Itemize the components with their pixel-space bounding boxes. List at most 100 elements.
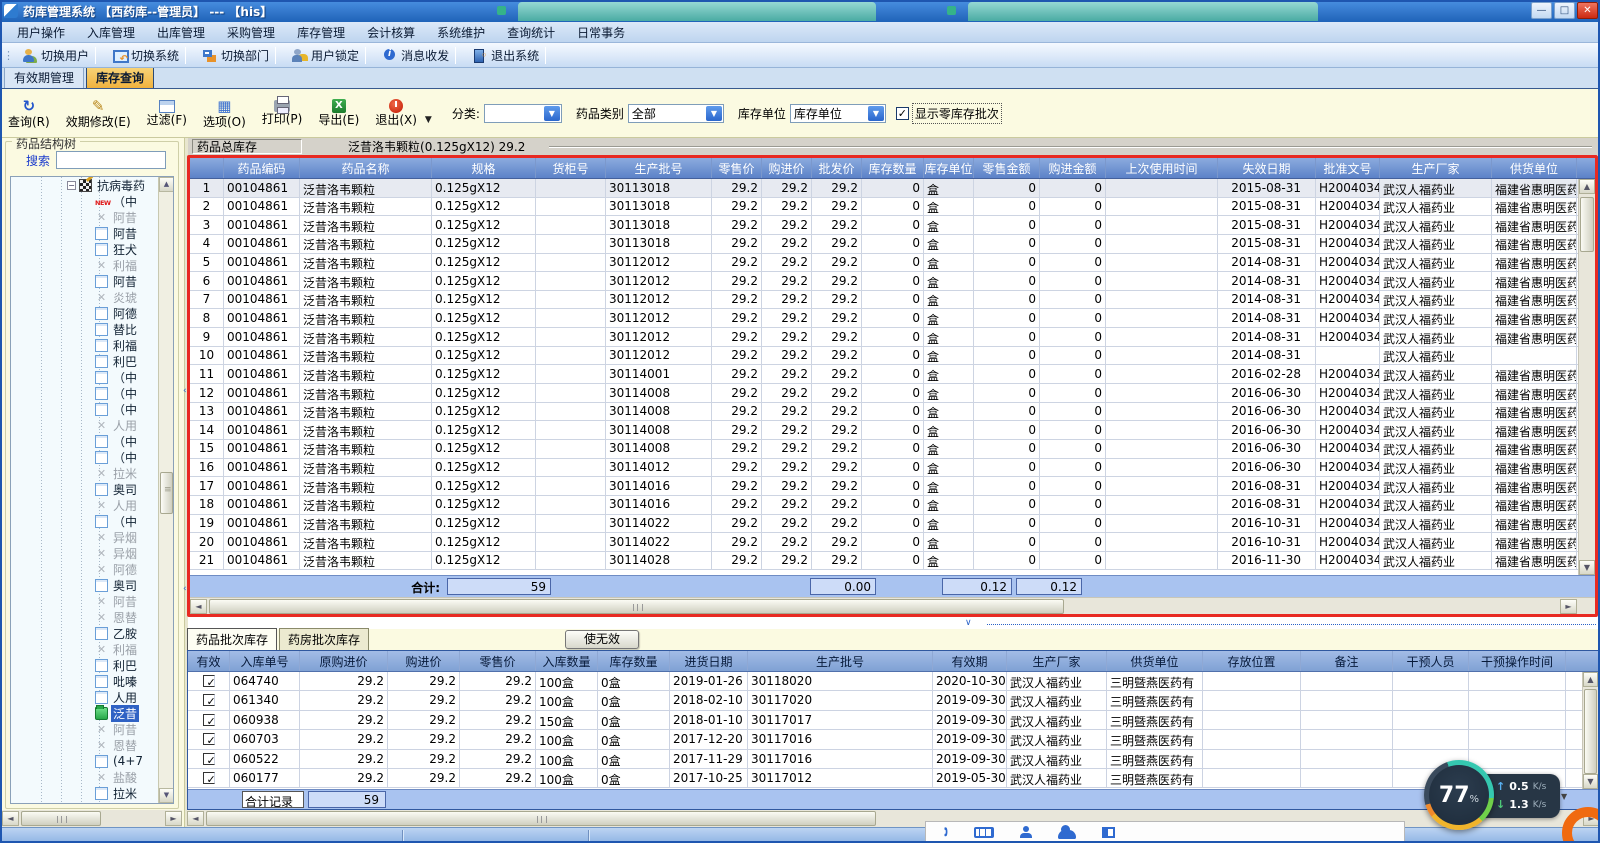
table-row[interactable]: 10 00104861 泛昔洛韦颗粒 0.125gX12 30112012 29… (190, 346, 1595, 366)
scroll-down-icon[interactable]: ▼ (1583, 774, 1598, 789)
table-row[interactable]: 061340 29.2 29.2 29.2 100盒 0盒 2018-02-10… (188, 691, 1598, 711)
tree-item[interactable]: (4+7 (11, 753, 160, 769)
col-rownum[interactable] (190, 158, 224, 178)
scrollbar-thumb[interactable] (160, 472, 173, 514)
col-drug-name[interactable]: 药品名称 (300, 158, 432, 178)
maximize-button[interactable]: □ (1554, 2, 1575, 19)
show-zero-stock-label[interactable]: 显示零库存批次 (911, 102, 1002, 124)
tree-item[interactable]: （中 (11, 385, 160, 401)
filter-dropdown-arrow[interactable]: ▼ (425, 115, 432, 125)
tree-item[interactable]: 利巴 (11, 353, 160, 369)
table-row[interactable]: 13 00104861 泛昔洛韦颗粒 0.125gX12 30114008 29… (190, 402, 1595, 422)
ribbon-button[interactable]: ▦ 选项(O) (195, 96, 254, 130)
chevron-down-icon[interactable]: ▼ (867, 105, 884, 121)
tree-item[interactable]: 利福 (11, 257, 160, 273)
keyboard-icon[interactable] (973, 826, 994, 838)
col-manufacturer[interactable]: 生产厂家 (1007, 651, 1107, 671)
tree-item[interactable]: 阿德 (11, 305, 160, 321)
tree-item[interactable]: 奥司 (11, 577, 160, 593)
valid-checkbox[interactable] (202, 694, 215, 707)
batch-tab[interactable]: 药房批次库存 (279, 628, 370, 650)
stock-grid-vscrollbar[interactable]: ▲ ▼ (1578, 179, 1595, 575)
close-button[interactable]: ✕ (1577, 2, 1598, 19)
tree-item[interactable]: （中 (11, 401, 160, 417)
menu-item[interactable]: 采购管理 (216, 22, 286, 43)
tree-item[interactable]: 吡嗪 (11, 673, 160, 689)
table-row[interactable]: 18 00104861 泛昔洛韦颗粒 0.125gX12 30114016 29… (190, 495, 1595, 515)
ribbon-button[interactable]: 过滤(F) (139, 99, 195, 128)
tree-item[interactable]: 异烟 (11, 545, 160, 561)
tree-item[interactable]: 阿昔 (11, 593, 160, 609)
tree-item[interactable]: 阿德 (11, 561, 160, 577)
col-op-time[interactable]: 干预操作时间 (1469, 651, 1566, 671)
toolbar-button[interactable]: 用户锁定 (285, 45, 375, 66)
tree-expander-icon[interactable]: − (67, 180, 76, 190)
tree-item[interactable]: 恩替 (11, 737, 160, 753)
menu-item[interactable]: 用户操作 (6, 22, 76, 43)
class-filter-select[interactable]: ▼ (483, 103, 562, 123)
table-row[interactable]: 20 00104861 泛昔洛韦颗粒 0.125gX12 30114022 29… (190, 533, 1595, 552)
col-stock-qty[interactable]: 库存数量 (598, 651, 670, 671)
toolbar-button[interactable]: 切换用户 (15, 45, 105, 66)
col-location[interactable]: 存放位置 (1203, 651, 1301, 671)
col-expiry-date[interactable]: 失效日期 (1218, 158, 1316, 178)
scrollbar-thumb[interactable] (206, 811, 876, 826)
col-spec[interactable]: 规格 (432, 158, 536, 178)
toolbar-grip[interactable]: ⋮ (3, 49, 14, 62)
col-stock-unit[interactable]: 库存单位 (924, 158, 974, 178)
col-retail-amount[interactable]: 零售金额 (974, 158, 1040, 178)
col-inbound-no[interactable]: 入库单号 (230, 651, 300, 671)
horizontal-splitter[interactable]: ∨ (187, 618, 1600, 628)
table-row[interactable]: 19 00104861 泛昔洛韦颗粒 0.125gX12 30114022 29… (190, 514, 1595, 534)
minimize-button[interactable]: — (1531, 2, 1552, 19)
ribbon-button[interactable]: ✎ 效期修改(E) (58, 96, 139, 130)
tree-item[interactable]: 阿昔 (11, 273, 160, 289)
scrollbar-thumb[interactable] (1584, 689, 1597, 774)
tree-item[interactable]: 拉米 (11, 785, 160, 801)
tree-item[interactable]: 阿昔 (11, 225, 160, 241)
table-row[interactable]: 7 00104861 泛昔洛韦颗粒 0.125gX12 30112012 29.… (190, 290, 1595, 310)
table-row[interactable]: 8 00104861 泛昔洛韦颗粒 0.125gX12 30112012 29.… (190, 309, 1595, 329)
col-purchase-price[interactable]: 购进价 (388, 651, 460, 671)
table-row[interactable]: 21 00104861 泛昔洛韦颗粒 0.125gX12 30114028 29… (190, 551, 1595, 571)
splitter-collapse-icon[interactable]: ∨ (965, 618, 972, 628)
col-drug-code[interactable]: 药品编码 (224, 158, 300, 178)
document-tab[interactable]: 有效期管理 (4, 66, 85, 88)
table-row[interactable]: 6 00104861 泛昔洛韦颗粒 0.125gX12 30112012 29.… (190, 272, 1595, 291)
search-input[interactable] (56, 151, 167, 169)
col-purchase-amount[interactable]: 购进金额 (1040, 158, 1106, 178)
microphone-icon[interactable]: 🕽 (944, 825, 948, 840)
scrollbar-thumb[interactable] (21, 811, 101, 826)
tree-item[interactable]: 泛昔 (11, 704, 160, 722)
col-supplier[interactable]: 供货单位 (1107, 651, 1203, 671)
col-supplier[interactable]: 供货单位 (1492, 158, 1577, 178)
widget-expand-icon[interactable]: ▼ (1561, 792, 1567, 801)
stock-grid-hscrollbar[interactable]: ◄ ► (190, 597, 1595, 614)
toolbar-button[interactable]: 切换部门 (195, 45, 285, 66)
table-row[interactable]: 5 00104861 泛昔洛韦颗粒 0.125gX12 30112012 29.… (190, 253, 1595, 273)
col-last-used[interactable]: 上次使用时间 (1106, 158, 1218, 178)
tree-item[interactable]: （中 (11, 193, 160, 209)
table-row[interactable]: 3 00104861 泛昔洛韦颗粒 0.125gX12 30113018 29.… (190, 216, 1595, 235)
tree-item[interactable]: 恩替 (11, 609, 160, 625)
scroll-left-icon[interactable]: ◄ (187, 811, 204, 826)
tree-item[interactable]: 利巴 (11, 657, 160, 673)
tree-item[interactable]: 替比 (11, 321, 160, 337)
scroll-up-icon[interactable]: ▲ (1579, 179, 1595, 194)
tree-item[interactable]: 人用 (11, 497, 160, 513)
col-manufacturer[interactable]: 生产厂家 (1380, 158, 1492, 178)
scrollbar-thumb[interactable] (1580, 197, 1594, 252)
col-retail-price[interactable]: 零售价 (712, 158, 762, 178)
user-icon[interactable] (1019, 826, 1032, 838)
table-row[interactable]: 9 00104861 泛昔洛韦颗粒 0.125gX12 30112012 29.… (190, 328, 1595, 347)
toolbar-button[interactable]: 退出系统 (465, 45, 555, 66)
menu-item[interactable]: 库存管理 (286, 22, 356, 43)
tree-item[interactable]: （中 (11, 513, 160, 529)
col-stock-qty[interactable]: 库存数量 (862, 158, 924, 178)
panel-icon[interactable] (1101, 826, 1115, 838)
table-row[interactable]: 15 00104861 泛昔洛韦颗粒 0.125gX12 30114008 29… (190, 439, 1595, 459)
ribbon-button[interactable]: ↻ 查询(R) (0, 96, 58, 130)
col-inbound-date[interactable]: 进货日期 (670, 651, 748, 671)
ribbon-button[interactable]: X 导出(E) (310, 98, 367, 128)
table-row[interactable]: 2 00104861 泛昔洛韦颗粒 0.125gX12 30113018 29.… (190, 197, 1595, 217)
